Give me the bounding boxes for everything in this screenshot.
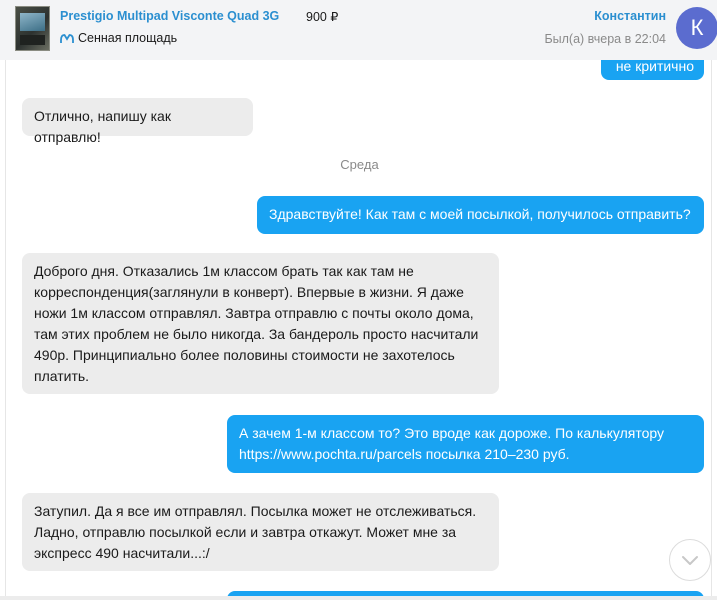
message-text: Здравствуйте! Как там с моей посылкой, п…: [269, 206, 691, 222]
message-line: Ладно, отправлю посылкой если и завтра о…: [34, 524, 457, 540]
avatar[interactable]: К: [676, 7, 717, 49]
message-line: корреспонденция(заглянули в конверт). Вп…: [34, 284, 464, 300]
message-line: Затупил. Да я все им отправлял. Посылка …: [34, 503, 477, 519]
message-line: А зачем 1-м классом то? Это вроде как до…: [239, 425, 664, 441]
message-outgoing: А зачем 1-м классом то? Это вроде как до…: [227, 415, 704, 473]
message-line: Доброго дня. Отказались 1м классом брать…: [34, 263, 414, 279]
message-incoming: Затупил. Да я все им отправлял. Посылка …: [22, 493, 499, 571]
date-separator: Среда: [340, 157, 379, 172]
message-link[interactable]: https://www.pochta.ru/parcels посылка 21…: [239, 444, 692, 465]
message-line: ножи 1м классом отправлял. Завтра отправ…: [34, 305, 474, 321]
message-incoming: Отлично, напишу как отправлю!: [22, 98, 253, 145]
metro-icon: [60, 33, 74, 43]
message-line: 490р. Принципиально более половины стоим…: [34, 347, 455, 363]
scroll-to-bottom-button[interactable]: [669, 539, 711, 581]
message-incoming: Доброго дня. Отказались 1м классом брать…: [22, 253, 499, 394]
message-line: платить.: [34, 368, 90, 384]
contact-name-link[interactable]: Константин: [594, 9, 666, 23]
thumbnail-screen: [20, 13, 45, 31]
message-list[interactable]: не критично Отлично, напишу как отправлю…: [5, 60, 712, 596]
message-line: экспресс 490 насчитали...:/: [34, 545, 210, 561]
composer-divider: [0, 596, 717, 600]
chat-header: Prestigio Multipad Visconte Quad 3G 900 …: [0, 0, 717, 60]
message-outgoing: не критично: [601, 60, 704, 80]
message-outgoing: Здравствуйте! Как там с моей посылкой, п…: [257, 196, 704, 234]
chevron-down-icon: [682, 556, 698, 565]
item-title-link[interactable]: Prestigio Multipad Visconte Quad 3G: [60, 9, 279, 23]
item-price: 900 ₽: [306, 10, 339, 24]
metro-location: Сенная площадь: [60, 31, 177, 45]
message-line: там этих проблем не было никогда. За бан…: [34, 326, 479, 342]
item-thumbnail[interactable]: [15, 6, 50, 51]
metro-station-name: Сенная площадь: [78, 31, 178, 45]
message-text: Отлично, напишу как отправлю!: [34, 108, 171, 145]
last-seen-status: Был(а) вчера в 22:04: [544, 32, 666, 46]
message-text: не критично: [615, 60, 694, 74]
thumbnail-detail: [20, 35, 45, 45]
